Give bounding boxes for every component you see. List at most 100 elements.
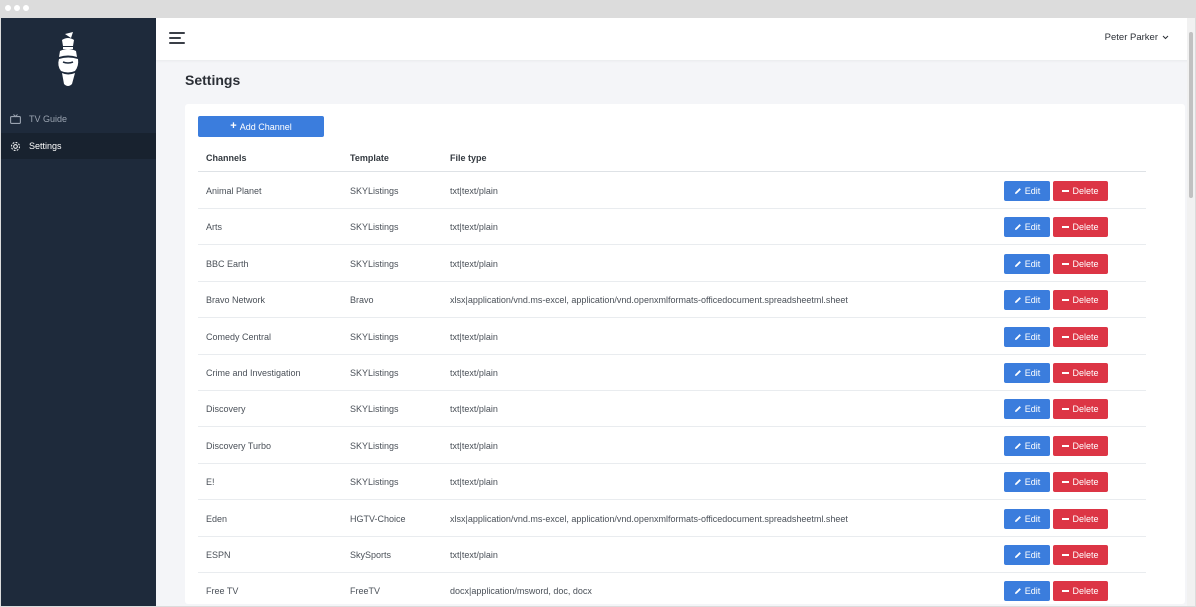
channel-name: Discovery Turbo [206,440,272,451]
table-row: ESPN SkySports txt|text/plain Edit Delete [198,537,1146,573]
edit-button[interactable]: Edit [1004,181,1050,201]
channel-name: E! [206,477,215,488]
pencil-icon [1014,188,1021,194]
delete-button[interactable]: Delete [1053,326,1108,347]
delete-label: Delete [1072,513,1099,524]
user-menu[interactable]: Peter Parker [1105,32,1169,43]
minus-icon [1062,590,1070,593]
pencil-icon [1014,370,1021,376]
minus-icon [1062,517,1070,520]
minus-icon [1062,299,1070,302]
edit-button[interactable]: Edit [1004,545,1050,565]
file-type: txt|text/plain [450,331,498,342]
edit-label: Edit [1024,295,1041,306]
delete-button[interactable]: Delete [1053,545,1108,565]
edit-button[interactable]: Edit [1004,363,1050,383]
delete-label: Delete [1072,295,1099,306]
channel-name: Comedy Central [206,331,272,342]
table-row: Eden HGTV-Choice xlsx|application/vnd.ms-e… [198,501,1146,537]
channel-name: Eden [206,513,228,524]
table-row: Animal Planet SKYListings txt|text/plain Ed… [198,173,1146,209]
template-name: HGTV-Choice [350,513,406,524]
file-type: txt|text/plain [450,440,498,451]
delete-button[interactable]: Delete [1053,508,1108,529]
edit-button[interactable]: Edit [1004,326,1050,347]
window-dot [23,5,29,11]
minus-icon [1062,554,1070,556]
edit-button[interactable]: Edit [1004,217,1050,238]
column-header-template: Template [350,153,389,163]
edit-label: Edit [1024,331,1041,342]
sidebar-item-label: TV Guide [29,114,68,124]
table-row: Comedy Central SKYListings txt|text/plain E… [198,319,1146,355]
file-type: xlsx|application/vnd.ms-excel, applicati… [450,513,848,524]
edit-button[interactable]: Edit [1004,290,1050,311]
add-channel-button[interactable]: + Add Channel [198,116,324,137]
delete-button[interactable]: Delete [1053,472,1108,493]
hamburger-icon [169,32,185,34]
logo-icon[interactable] [51,30,85,90]
menu-toggle-button[interactable] [169,32,185,46]
edit-button[interactable]: Edit [1004,253,1050,274]
channel-name: Discovery [206,404,246,415]
delete-label: Delete [1072,222,1099,233]
edit-label: Edit [1024,368,1041,378]
scrollbar-thumb[interactable] [1189,32,1193,198]
delete-button[interactable]: Delete [1053,435,1108,456]
pencil-icon [1014,588,1021,595]
table-row: Discovery SKYListings txt|text/plain Edit De… [198,391,1146,428]
edit-button[interactable]: Edit [1004,508,1050,529]
template-name: FreeTV [350,586,381,597]
delete-label: Delete [1072,258,1099,269]
minus-icon [1062,481,1070,484]
channels-card: + Add Channel Channels Template File typ… [185,104,1185,604]
hamburger-icon [169,42,185,44]
file-type: txt|text/plain [450,477,498,488]
window-dot [14,5,20,11]
sidebar-item-tv-guide[interactable]: TV Guide [1,106,156,132]
template-name: SKYListings [350,477,399,488]
delete-button[interactable]: Delete [1053,399,1108,420]
minus-icon [1062,444,1070,447]
channel-name: BBC Earth [206,258,249,269]
channel-name: Crime and Investigation [206,368,301,378]
file-type: txt|text/plain [450,258,498,269]
file-type: xlsx|application/vnd.ms-excel, applicati… [450,295,848,306]
delete-label: Delete [1072,440,1099,451]
edit-button[interactable]: Edit [1004,581,1050,602]
delete-label: Delete [1072,368,1099,378]
table-row: Crime and Investigation SKYListings txt|te… [198,355,1146,391]
sidebar-item-settings[interactable]: Settings [1,133,156,159]
minus-icon [1062,408,1070,411]
edit-button[interactable]: Edit [1004,472,1050,493]
template-name: SkySports [350,550,392,560]
pencil-icon [1014,297,1021,304]
edit-button[interactable]: Edit [1004,399,1050,420]
template-name: SKYListings [350,404,399,415]
scrollbar[interactable] [1187,18,1195,606]
table-row: E! SKYListings txt|text/plain Edit Delete [198,464,1146,501]
edit-label: Edit [1024,513,1041,524]
template-name: SKYListings [350,186,399,196]
edit-button[interactable]: Edit [1004,435,1050,456]
delete-button[interactable]: Delete [1053,217,1108,238]
file-type: txt|text/plain [450,550,498,560]
edit-label: Edit [1024,550,1041,560]
delete-button[interactable]: Delete [1053,181,1108,201]
edit-label: Edit [1024,440,1041,451]
table-row: Discovery Turbo SKYListings txt|text/plain… [198,428,1146,464]
table-row: Free TV FreeTV docx|application/msword, do… [198,573,1146,607]
delete-label: Delete [1072,331,1099,342]
delete-button[interactable]: Delete [1053,290,1108,311]
hamburger-icon [169,37,181,39]
channel-name: Free TV [206,586,239,597]
edit-label: Edit [1024,222,1041,233]
minus-icon [1062,190,1070,192]
delete-button[interactable]: Delete [1053,253,1108,274]
delete-button[interactable]: Delete [1053,363,1108,383]
pencil-icon [1014,224,1021,231]
delete-button[interactable]: Delete [1053,581,1108,602]
sidebar-item-label: Settings [29,141,62,151]
user-name: Peter Parker [1104,32,1158,43]
edit-label: Edit [1024,258,1041,269]
